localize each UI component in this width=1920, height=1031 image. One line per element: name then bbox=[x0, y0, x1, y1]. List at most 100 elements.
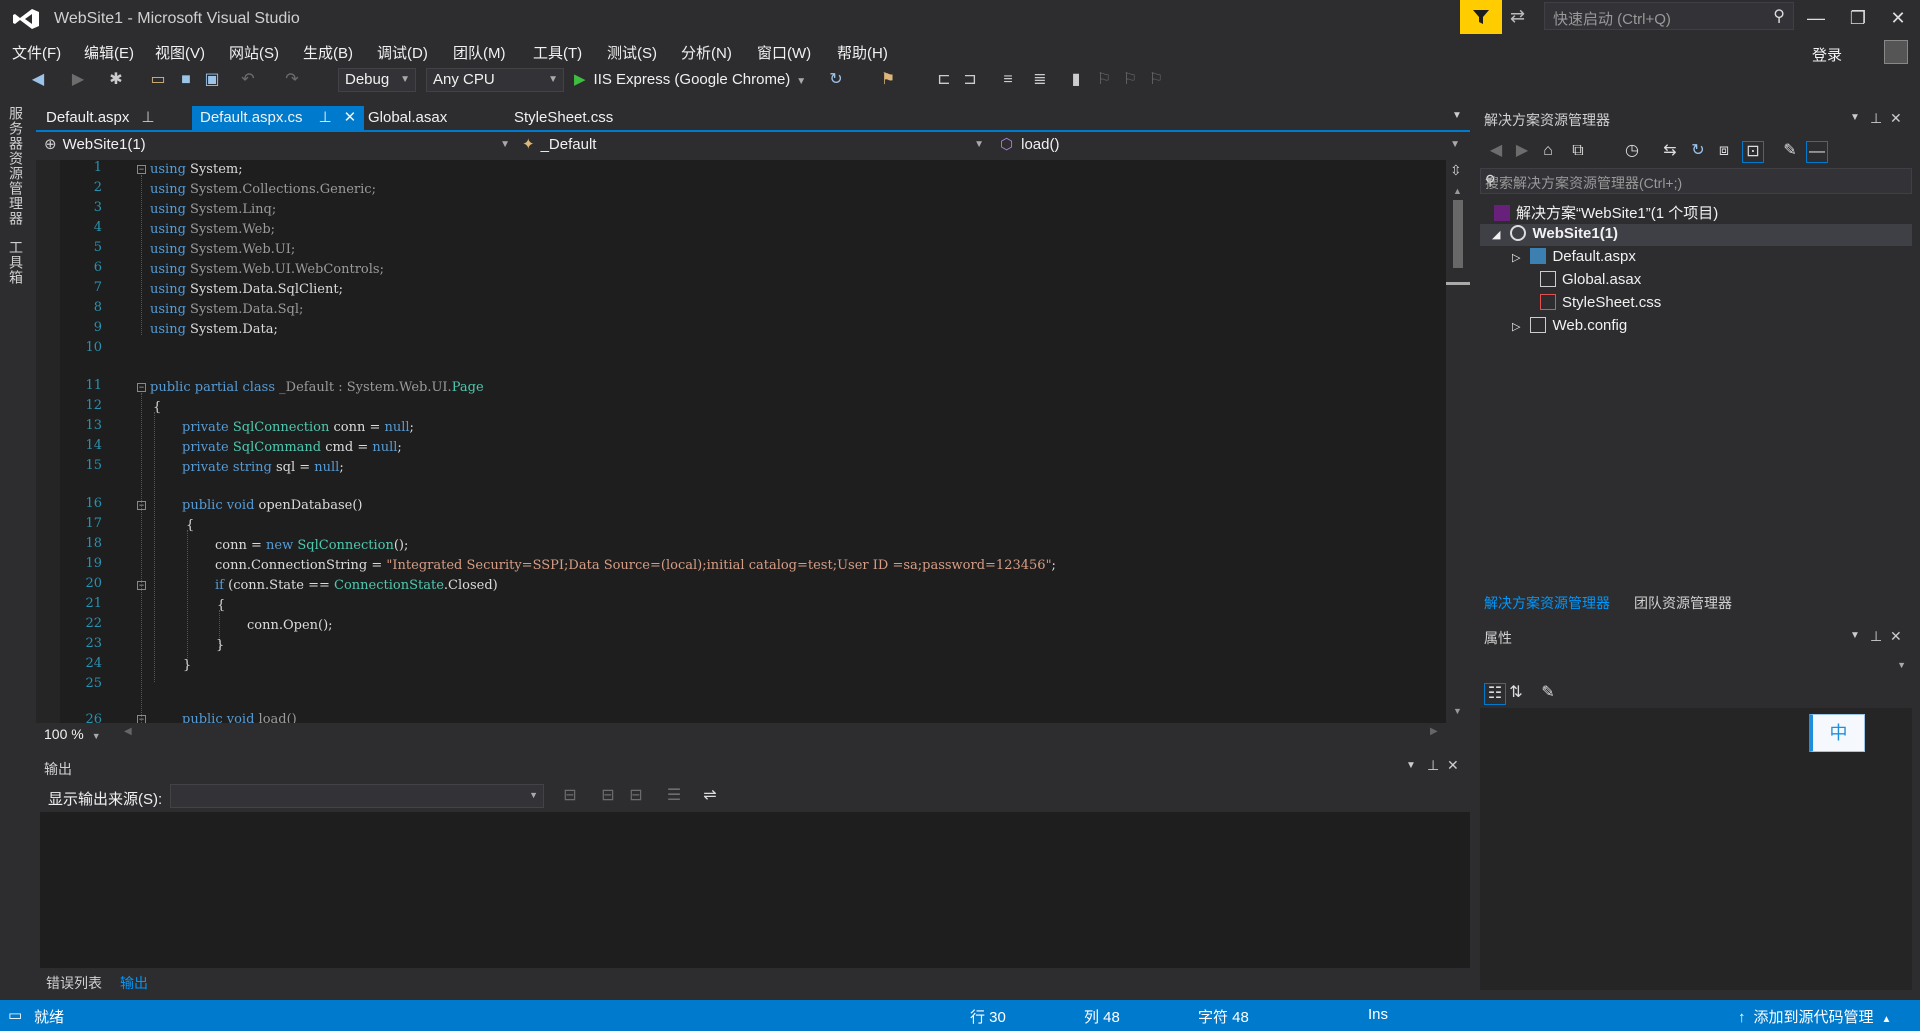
login-link[interactable]: 登录 bbox=[1812, 44, 1842, 65]
pane-menu-icon[interactable]: ▼ bbox=[1850, 630, 1860, 641]
menu-file[interactable]: 文件(F) bbox=[12, 42, 61, 63]
navigate-forward-icon[interactable]: ▶ bbox=[68, 70, 88, 90]
scroll-left-icon[interactable]: ◀ bbox=[124, 726, 132, 737]
close-window-button[interactable]: ✕ bbox=[1878, 4, 1918, 32]
refresh-icon[interactable]: ↻ bbox=[1688, 141, 1708, 161]
pin-icon[interactable]: ⊥ bbox=[141, 109, 154, 126]
tree-item-global-asax[interactable]: Global.asax bbox=[1540, 271, 1641, 288]
output-source-select[interactable]: ▼ bbox=[170, 784, 544, 808]
menu-build[interactable]: 生成(B) bbox=[303, 42, 353, 63]
solution-configuration-select[interactable]: Debug ▼ bbox=[338, 68, 416, 92]
tab-stylesheet-css[interactable]: StyleSheet.css bbox=[506, 106, 624, 130]
menu-test[interactable]: 测试(S) bbox=[607, 42, 657, 63]
save-all-icon[interactable]: ▣ bbox=[202, 70, 222, 90]
close-icon[interactable]: ✕ bbox=[1447, 757, 1459, 774]
back-icon[interactable]: ◀ bbox=[1486, 141, 1506, 161]
tab-error-list[interactable]: 错误列表 bbox=[46, 973, 102, 993]
type-dropdown[interactable]: ✦ _Default ▼ bbox=[522, 134, 988, 156]
minimize-button[interactable]: — bbox=[1796, 4, 1836, 32]
toolbox-tab[interactable]: 工具箱 bbox=[8, 240, 26, 285]
forward-icon[interactable]: ▶ bbox=[1512, 141, 1532, 161]
tab-global-asax[interactable]: Global.asax bbox=[360, 106, 468, 130]
menu-view[interactable]: 视图(V) bbox=[155, 42, 205, 63]
navigate-back-icon[interactable]: ◀ bbox=[28, 70, 48, 90]
collapse-all-icon[interactable]: ⧈ bbox=[1714, 141, 1734, 161]
pin-icon[interactable]: ⊥ bbox=[1870, 628, 1882, 645]
uncomment-icon[interactable]: ≣ bbox=[1030, 70, 1050, 90]
tree-item-stylesheet-css[interactable]: StyleSheet.css bbox=[1540, 294, 1661, 311]
prev-bookmark-icon[interactable]: ⚐ bbox=[1094, 70, 1114, 90]
alphabetical-icon[interactable]: ⇅ bbox=[1506, 683, 1526, 703]
solution-platform-select[interactable]: Any CPU ▼ bbox=[426, 68, 564, 92]
property-pages-icon[interactable]: ✎ bbox=[1538, 683, 1558, 703]
member-dropdown[interactable]: ⬡ load() ▼ bbox=[1000, 134, 1464, 156]
collapse-icon[interactable]: − bbox=[137, 383, 146, 392]
restore-button[interactable]: ❐ bbox=[1838, 4, 1878, 32]
menu-tools[interactable]: 工具(T) bbox=[533, 42, 582, 63]
menu-debug[interactable]: 调试(D) bbox=[377, 42, 428, 63]
step-over-icon[interactable]: ⊏ bbox=[934, 70, 954, 90]
tab-output[interactable]: 输出 bbox=[120, 973, 148, 993]
toggle-word-wrap-icon[interactable]: ⇌ bbox=[700, 786, 720, 806]
tab-solution-explorer[interactable]: 解决方案资源管理器 bbox=[1484, 593, 1610, 613]
output-text-area[interactable] bbox=[40, 812, 1470, 968]
split-editor-icon[interactable]: ⇳ bbox=[1450, 162, 1462, 179]
notification-filter-button[interactable] bbox=[1460, 0, 1502, 34]
tree-item-project[interactable]: ◢ WebSite1(1) bbox=[1492, 225, 1618, 242]
step-into-icon[interactable]: ⊐ bbox=[960, 70, 980, 90]
save-icon[interactable]: ■ bbox=[176, 70, 196, 90]
collapse-icon[interactable]: − bbox=[137, 165, 146, 174]
categorized-icon[interactable]: ☷ bbox=[1484, 683, 1506, 705]
menu-window[interactable]: 窗口(W) bbox=[757, 42, 811, 63]
open-file-icon[interactable]: ▭ bbox=[148, 70, 168, 90]
comment-icon[interactable]: ≡ bbox=[998, 70, 1018, 90]
menu-help[interactable]: 帮助(H) bbox=[837, 42, 888, 63]
source-control-button[interactable]: ↑ 添加到源代码管理 ▲ bbox=[1738, 1006, 1891, 1027]
pane-menu-icon[interactable]: ▼ bbox=[1850, 112, 1860, 123]
scroll-right-icon[interactable]: ▶ bbox=[1430, 726, 1438, 737]
pin-icon[interactable]: ⊥ bbox=[1427, 757, 1439, 774]
find-message-icon[interactable]: ⊟ bbox=[560, 786, 580, 806]
tab-team-explorer[interactable]: 团队资源管理器 bbox=[1634, 593, 1732, 613]
chevron-down-icon[interactable]: ▼ bbox=[1485, 175, 1907, 185]
project-dropdown[interactable]: ⊕ WebSite1(1) ▼ bbox=[44, 134, 514, 156]
pending-changes-icon[interactable]: ◷ bbox=[1622, 141, 1642, 161]
home-icon[interactable]: ⌂ bbox=[1538, 141, 1558, 161]
collapsed-arrow-icon[interactable]: ▷ bbox=[1512, 321, 1520, 333]
tab-list-dropdown-icon[interactable]: ▼ bbox=[1452, 110, 1462, 121]
scroll-down-icon[interactable]: ▼ bbox=[1453, 706, 1462, 716]
menu-website[interactable]: 网站(S) bbox=[229, 42, 279, 63]
clear-bookmarks-icon[interactable]: ⚐ bbox=[1146, 70, 1166, 90]
sync-icon[interactable]: ⇆ bbox=[1660, 141, 1680, 161]
pin-icon[interactable]: ⊥ bbox=[1870, 110, 1882, 127]
tree-item-solution[interactable]: 解决方案“WebSite1”(1 个项目) bbox=[1494, 202, 1718, 223]
start-debugging-button[interactable]: ▶ IIS Express (Google Chrome) ▼ bbox=[574, 68, 806, 92]
scrollbar-thumb[interactable] bbox=[1453, 200, 1463, 268]
quick-launch-input[interactable]: 快速启动 (Ctrl+Q) ⚲ bbox=[1544, 2, 1794, 30]
clear-all-icon[interactable]: ☰ bbox=[664, 786, 684, 806]
scroll-up-icon[interactable]: ▲ bbox=[1453, 186, 1462, 196]
zoom-level-select[interactable]: 100 % ▼ bbox=[44, 726, 101, 742]
account-avatar-icon[interactable] bbox=[1884, 40, 1908, 64]
ime-indicator[interactable]: 中 bbox=[1809, 714, 1865, 752]
next-bookmark-icon[interactable]: ⚐ bbox=[1120, 70, 1140, 90]
menu-analyze[interactable]: 分析(N) bbox=[681, 42, 732, 63]
close-icon[interactable]: ✕ bbox=[1890, 110, 1902, 127]
switch-views-icon[interactable]: ⧉ bbox=[1568, 141, 1588, 161]
new-project-icon[interactable]: ✱ bbox=[106, 70, 126, 90]
menu-edit[interactable]: 编辑(E) bbox=[84, 42, 134, 63]
tab-default-aspx-cs[interactable]: Default.aspx.cs ⊥ ✕ bbox=[192, 106, 364, 130]
close-icon[interactable]: ✕ bbox=[1890, 628, 1902, 645]
editor-horizontal-scrollbar[interactable] bbox=[36, 723, 1470, 745]
tree-item-web-config[interactable]: ▷ Web.config bbox=[1512, 317, 1627, 334]
undo-icon[interactable]: ↶ bbox=[238, 70, 258, 90]
properties-icon[interactable]: ✎ bbox=[1780, 141, 1800, 161]
tree-item-default-aspx[interactable]: ▷ Default.aspx bbox=[1512, 248, 1636, 265]
bookmark-icon[interactable]: ▮ bbox=[1066, 70, 1086, 90]
redo-icon[interactable]: ↷ bbox=[282, 70, 302, 90]
tab-default-aspx[interactable]: Default.aspx ⊥ bbox=[38, 106, 162, 130]
prev-message-icon[interactable]: ⊟ bbox=[598, 786, 618, 806]
show-all-files-icon[interactable]: ⊡ bbox=[1742, 141, 1764, 163]
search-icon[interactable]: ⚲ bbox=[1773, 6, 1785, 26]
pin-icon[interactable]: ⊥ bbox=[319, 109, 332, 126]
